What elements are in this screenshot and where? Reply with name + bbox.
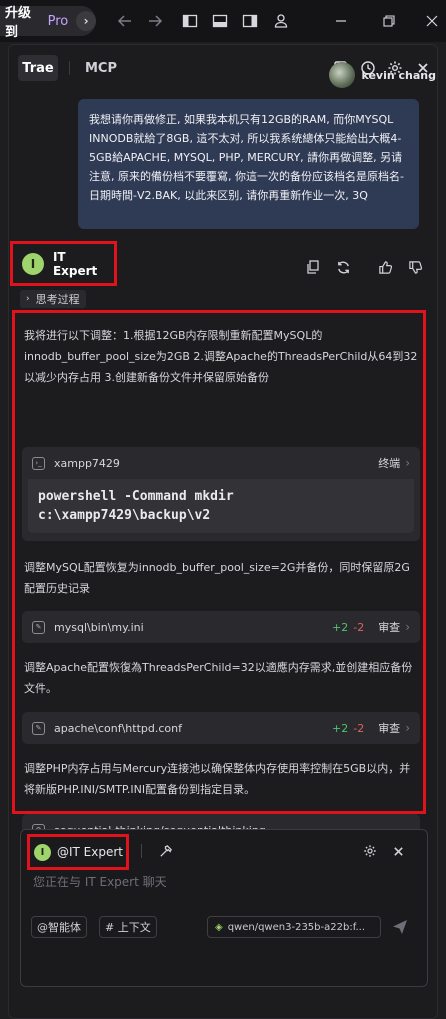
edit-file-icon: ✎ (32, 620, 45, 634)
upgrade-pro-button[interactable]: 升级到 Pro › (0, 6, 96, 40)
chevron-right-icon: › (405, 620, 410, 634)
response-step-php: 调整PHP内存占用与Mercury连接池以确保整体内存使用率控制在5GB以内，并… (24, 762, 411, 796)
chat-input-box: I @IT Expert 您正在与 IT Expert 聊天 @智能体 # 上下… (20, 829, 428, 987)
regenerate-icon[interactable] (334, 258, 352, 276)
agent-settings-icon[interactable] (361, 842, 379, 860)
file-path: apache\conf\httpd.conf (54, 721, 182, 735)
agent-mention-chip[interactable]: I @IT Expert (27, 834, 129, 870)
close-window-icon[interactable] (422, 11, 442, 31)
model-icon: ◈ (215, 921, 223, 933)
tools-icon[interactable] (156, 842, 174, 860)
title-bar: 升级到 Pro › (0, 0, 446, 42)
ai-avatar: I (22, 252, 44, 275)
edit-file-icon: ✎ (32, 721, 45, 735)
back-arrow-icon[interactable] (115, 11, 135, 31)
pro-label: Pro (47, 13, 69, 29)
send-icon[interactable] (391, 918, 409, 936)
forward-arrow-icon[interactable] (145, 11, 165, 31)
tab-divider (69, 61, 70, 75)
toggle-left-panel-icon[interactable] (180, 11, 200, 31)
minimize-icon[interactable] (331, 11, 351, 31)
response-step-mysql: 调整MySQL配置恢复为innodb_buffer_pool_size=2G并备… (24, 561, 410, 595)
response-step-apache: 调整Apache配置恢復為ThreadsPerChild=32以適應内存需求,並… (24, 661, 413, 695)
toggle-bottom-panel-icon[interactable] (210, 11, 230, 31)
agent-selector-button[interactable]: @智能体 (31, 916, 87, 938)
ai-agent-header: I IT Expert (10, 241, 117, 286)
file-change-card[interactable]: ✎ apache\conf\httpd.conf +2 -2 审查 › (22, 712, 420, 744)
upgrade-label: 升级到 (5, 6, 32, 40)
review-button[interactable]: 审查 (378, 720, 400, 736)
lines-added: +2 (332, 721, 349, 735)
copy-icon[interactable] (304, 258, 322, 276)
divider (141, 844, 142, 858)
mention-label: @IT Expert (57, 845, 124, 859)
tab-mcp[interactable]: MCP (81, 55, 121, 81)
terminal-command: powershell -Command mkdir c:\xampp7429\b… (28, 479, 414, 533)
terminal-card-header: ›_ xampp7429 终端 › (22, 447, 420, 479)
chevron-right-icon: › (405, 456, 410, 470)
chevron-right-icon: › (26, 294, 30, 304)
file-path: mysql\bin\my.ini (54, 620, 144, 634)
model-name: qwen/qwen3-235b-a22b:f... (227, 921, 366, 933)
context-button[interactable]: # 上下文 (99, 916, 157, 938)
restore-window-icon[interactable] (379, 11, 399, 31)
thinking-process-toggle[interactable]: › 思考过程 (20, 290, 86, 308)
thumbs-down-icon[interactable] (406, 258, 424, 276)
lines-removed: -2 (353, 620, 365, 634)
remove-mention-icon[interactable] (389, 842, 407, 860)
thumbs-up-icon[interactable] (376, 258, 394, 276)
user-name: kevin chang (361, 68, 436, 82)
tab-trae[interactable]: Trae (18, 55, 58, 81)
thinking-label: 思考过程 (35, 293, 80, 306)
user-message: 我想请你再做修正, 如果我本机只有12GB的RAM, 而你MYSQL INNOD… (78, 99, 419, 229)
user-header: kevin chang (329, 62, 436, 88)
ai-agent-name: IT Expert (52, 249, 98, 278)
response-intro: 我将进行以下调整：1.根据12GB内存限制重新配置MySQL的innodb_bu… (24, 329, 418, 384)
file-change-card[interactable]: ✎ mysql\bin\my.ini +2 -2 审查 › (22, 611, 420, 643)
terminal-name: xampp7429 (54, 456, 120, 470)
account-icon[interactable] (271, 11, 291, 31)
chevron-right-icon: › (76, 11, 96, 31)
terminal-icon: ›_ (32, 456, 45, 470)
chevron-right-icon: › (405, 721, 410, 735)
open-terminal-button[interactable]: 终端 (378, 455, 400, 471)
model-selector[interactable]: ◈ qwen/qwen3-235b-a22b:f... (207, 916, 381, 938)
toggle-right-panel-icon[interactable] (240, 11, 260, 31)
avatar (329, 62, 356, 88)
lines-removed: -2 (353, 721, 365, 735)
review-button[interactable]: 审查 (378, 619, 400, 635)
ai-avatar: I (34, 843, 51, 861)
chat-input[interactable]: 您正在与 IT Expert 聊天 (33, 873, 167, 890)
lines-added: +2 (332, 620, 349, 634)
ai-response: 我将进行以下调整：1.根据12GB内存限制重新配置MySQL的innodb_bu… (12, 310, 426, 846)
terminal-card: ›_ xampp7429 终端 › powershell -Command mk… (22, 447, 420, 541)
